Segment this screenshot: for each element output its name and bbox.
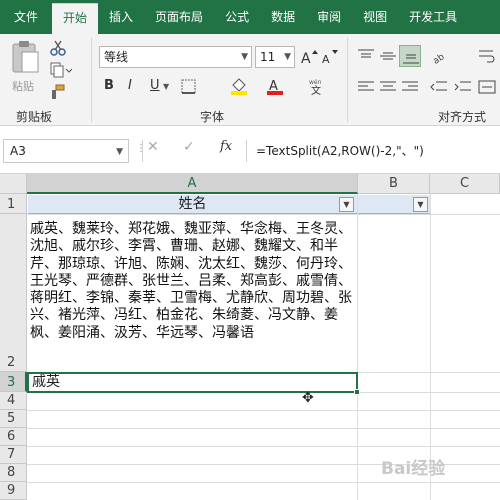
paste-button-label[interactable]: 粘贴 [12, 78, 34, 94]
increase-indent-icon[interactable] [454, 79, 472, 95]
align-right-icon[interactable] [401, 79, 419, 95]
phonetic-icon[interactable]: wén 文 [308, 77, 326, 95]
row-header-6[interactable]: 6 [0, 428, 27, 446]
tab-data[interactable]: 数据 [260, 0, 306, 34]
row-header-2[interactable]: 2 [0, 214, 27, 372]
format-painter-icon[interactable] [50, 84, 66, 100]
filter-dropdown-icon[interactable]: ▼ [339, 197, 354, 212]
svg-text:A: A [322, 53, 330, 66]
formula-input[interactable]: =TextSplit(A2,ROW()-2,"、") [256, 142, 424, 159]
clipboard-group-label: 剪贴板 [16, 110, 53, 124]
ribbon: 粘贴 剪贴板 等线 ▼ 11 ▼ A A B I U ▼ A wén 文 字体 … [0, 34, 500, 126]
cancel-button[interactable]: ✕ [147, 139, 159, 155]
chevron-down-icon: ▼ [284, 52, 291, 62]
column-header-a[interactable]: A [27, 174, 358, 194]
font-name-select[interactable]: 等线 ▼ [99, 46, 252, 68]
decrease-indent-icon[interactable] [430, 79, 448, 95]
ribbon-separator [91, 38, 92, 122]
font-size-value: 11 [260, 50, 276, 64]
font-group-label: 字体 [200, 110, 225, 124]
orientation-icon[interactable]: ab [430, 48, 448, 64]
align-bottom-button[interactable] [399, 45, 421, 67]
cell-b1[interactable]: ▼ [358, 195, 430, 214]
tab-page-layout[interactable]: 页面布局 [144, 0, 214, 34]
more-dots-icon: ⋮ [136, 143, 146, 154]
cell-a1[interactable]: 姓名 ▼ [28, 195, 357, 214]
svg-text:ab: ab [432, 52, 447, 64]
insert-function-button[interactable]: fx [220, 139, 232, 154]
fill-handle[interactable] [354, 389, 360, 395]
fill-color-icon[interactable] [230, 77, 248, 95]
svg-text:wén: wén [309, 79, 322, 86]
tab-view[interactable]: 视图 [352, 0, 398, 34]
table-header-name: 姓名 [178, 196, 207, 212]
wrap-text-icon[interactable] [478, 48, 496, 64]
ribbon-separator [347, 38, 348, 122]
align-left-icon[interactable] [357, 79, 375, 95]
svg-text:文: 文 [311, 84, 321, 95]
tab-home[interactable]: 开始 [52, 3, 99, 34]
row-header-7[interactable]: 7 [0, 446, 27, 464]
chevron-down-icon: ▼ [116, 147, 123, 157]
chevron-down-icon: ▼ [163, 82, 170, 91]
row-header-5[interactable]: 5 [0, 410, 27, 428]
row-header-1[interactable]: 1 [0, 194, 27, 214]
column-header-b[interactable]: B [358, 174, 430, 194]
name-box-value: A3 [10, 144, 26, 158]
formula-bar: A3 ▼ ⋮ ✕ ✓ fx =TextSplit(A2,ROW()-2,"、") [0, 126, 500, 174]
bold-button[interactable]: B [104, 78, 114, 93]
cursor-icon: ✥ [302, 390, 314, 406]
font-color-icon[interactable]: A [266, 77, 284, 95]
align-middle-icon[interactable] [379, 48, 397, 64]
copy-icon[interactable] [50, 62, 72, 78]
tab-developer[interactable]: 开发工具 [398, 0, 468, 34]
tab-review[interactable]: 审阅 [306, 0, 352, 34]
filter-dropdown-icon[interactable]: ▼ [413, 197, 428, 212]
row-header-9[interactable]: 9 [0, 482, 27, 500]
align-center-icon[interactable] [379, 79, 397, 95]
paste-icon[interactable] [10, 40, 42, 74]
row-header-8[interactable]: 8 [0, 464, 27, 482]
tab-file[interactable]: 文件 [0, 0, 52, 34]
worksheet-grid: A B C 1 2 3 4 5 6 7 8 9 姓名 ▼ ▼ 戚英、魏莱玲、郑花… [0, 174, 500, 500]
watermark-logo: Bai经验 [381, 459, 446, 479]
decrease-font-icon[interactable]: A [321, 48, 339, 66]
select-all-corner[interactable] [0, 174, 27, 194]
ribbon-tabs: 文件 开始 插入 页面布局 公式 数据 审阅 视图 开发工具 [0, 0, 500, 34]
svg-text:A: A [301, 51, 311, 66]
underline-button[interactable]: U [150, 78, 160, 93]
font-size-select[interactable]: 11 ▼ [255, 46, 295, 68]
merge-center-icon[interactable] [478, 79, 496, 95]
tab-insert[interactable]: 插入 [98, 0, 144, 34]
scissors-icon[interactable] [50, 40, 66, 56]
alignment-group-label: 对齐方式 [438, 110, 487, 124]
align-bottom-icon [403, 54, 419, 64]
italic-button[interactable]: I [128, 78, 132, 93]
row-header-4[interactable]: 4 [0, 392, 27, 410]
name-box[interactable]: A3 ▼ [3, 139, 129, 163]
tab-formulas[interactable]: 公式 [214, 0, 260, 34]
increase-font-icon[interactable]: A [300, 48, 318, 66]
chevron-down-icon: ▼ [241, 52, 248, 62]
row-header-3[interactable]: 3 [0, 372, 27, 392]
enter-button[interactable]: ✓ [183, 139, 195, 155]
align-top-icon[interactable] [357, 48, 375, 64]
border-icon[interactable] [180, 78, 198, 96]
cell-a2[interactable]: 戚英、魏莱玲、郑花娥、魏亚萍、华念梅、王冬灵、沈旭、戚尔珍、李霄、曹珊、赵娜、魏… [30, 221, 355, 342]
font-name-value: 等线 [104, 50, 129, 64]
column-header-c[interactable]: C [430, 174, 500, 194]
